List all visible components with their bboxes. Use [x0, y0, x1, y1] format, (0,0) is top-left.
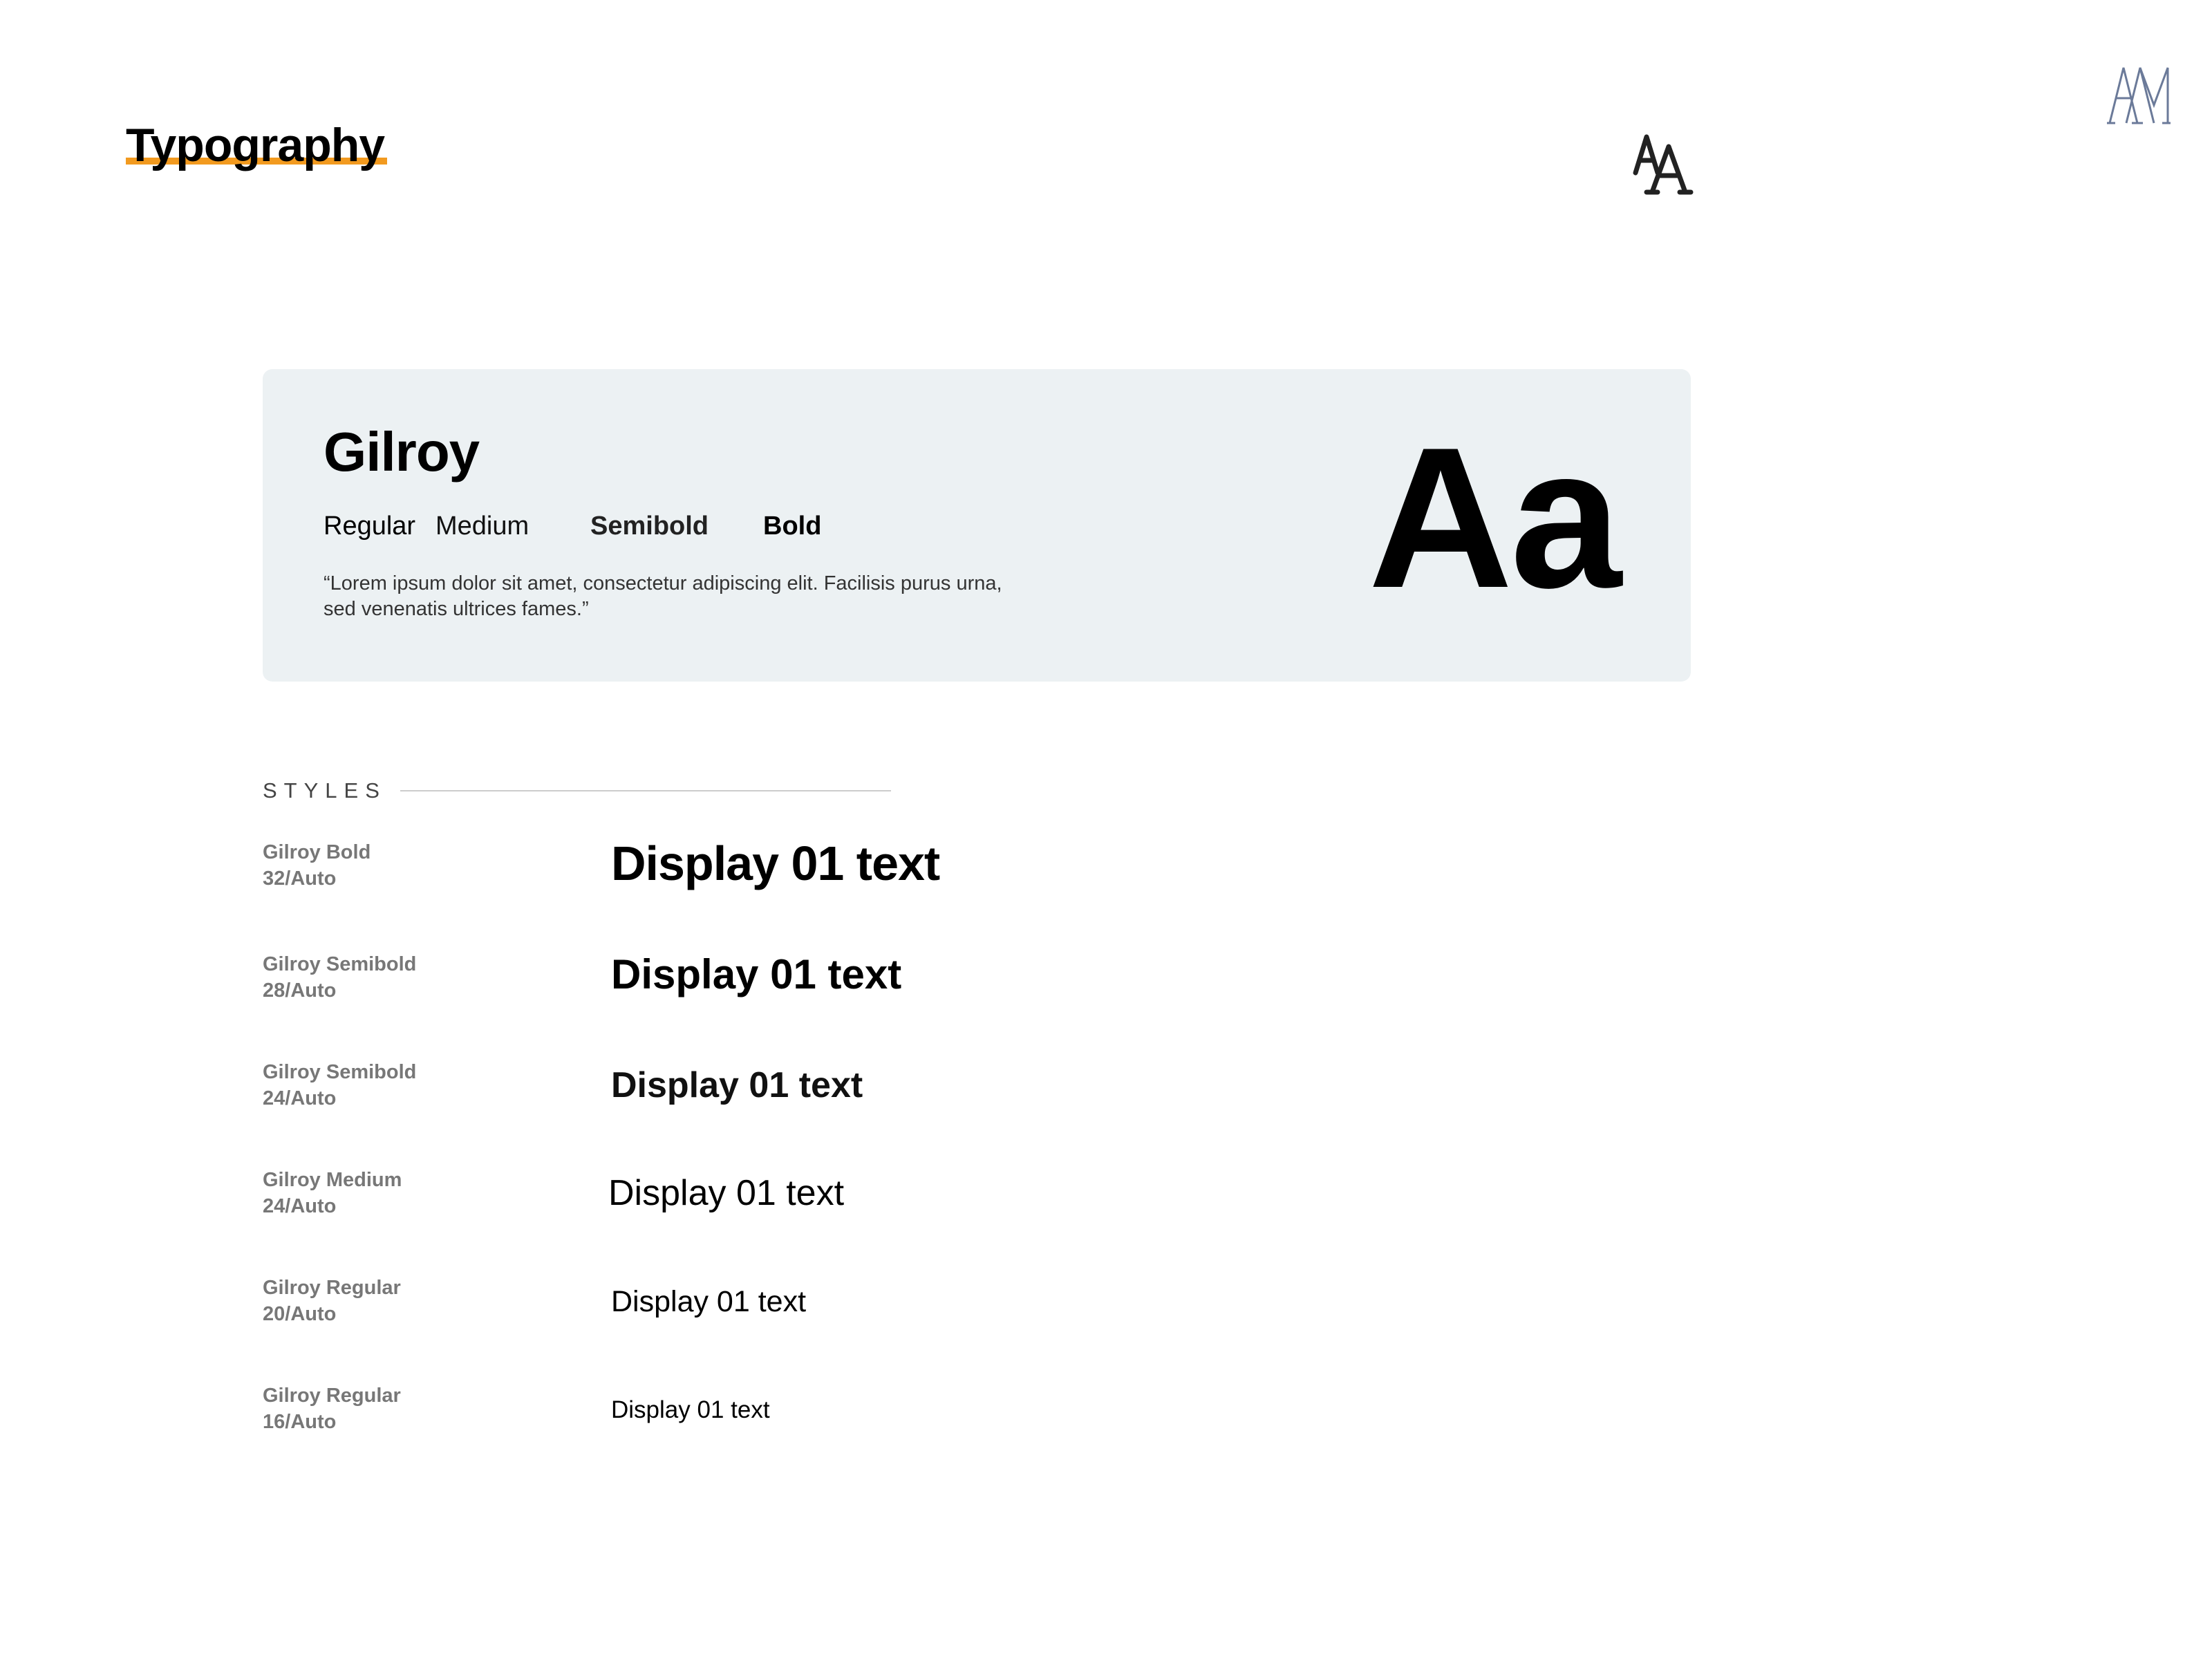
type-style-size: 16/Auto: [263, 1411, 337, 1433]
type-style-font: Gilroy Semibold: [263, 953, 417, 975]
font-family-card: Gilroy Regular Medium Semibold Bold “Lor…: [263, 369, 1691, 682]
type-style-sample: Display 01 text: [611, 1396, 770, 1423]
type-style-meta: Gilroy Regular 20/Auto: [263, 1275, 401, 1327]
type-style-font: Gilroy Semibold: [263, 1061, 417, 1083]
type-style-meta: Gilroy Semibold 28/Auto: [263, 951, 416, 1004]
type-style-size: 32/Auto: [263, 868, 337, 890]
type-style-size: 28/Auto: [263, 980, 337, 1002]
type-style-meta: Gilroy Semibold 24/Auto: [263, 1059, 416, 1112]
font-family-name: Gilroy: [324, 421, 480, 482]
page-title: Typography: [126, 119, 385, 171]
weight-regular: Regular: [324, 512, 416, 541]
weight-bold: Bold: [763, 512, 822, 541]
text-size-aa-icon: [1633, 134, 1694, 195]
type-style-sample: Display 01 text: [611, 1065, 863, 1105]
styles-section-header: STYLES: [263, 780, 891, 801]
styles-section-label: STYLES: [263, 778, 386, 803]
type-style-sample: Display 01 text: [611, 836, 940, 890]
type-style-size: 24/Auto: [263, 1195, 337, 1217]
type-style-sample: Display 01 text: [611, 1285, 807, 1318]
type-style-size: 20/Auto: [263, 1303, 337, 1325]
styles-divider: [400, 789, 891, 791]
type-style-font: Gilroy Regular: [263, 1277, 401, 1299]
type-style-meta: Gilroy Regular 16/Auto: [263, 1382, 401, 1435]
type-style-meta: Gilroy Medium 24/Auto: [263, 1167, 402, 1219]
monogram-logo-icon: [2107, 67, 2171, 124]
type-style-font: Gilroy Bold: [263, 841, 371, 863]
type-style-font: Gilroy Medium: [263, 1169, 402, 1191]
weight-semibold: Semibold: [590, 512, 709, 541]
type-style-sample: Display 01 text: [611, 951, 902, 997]
weight-medium: Medium: [435, 512, 529, 541]
sample-quote-text: “Lorem ipsum dolor sit amet, consectetur…: [324, 572, 1002, 620]
type-style-size: 24/Auto: [263, 1087, 337, 1109]
type-style-sample: Display 01 text: [608, 1173, 845, 1213]
page-title-block: Typography: [126, 119, 388, 171]
font-specimen-glyphs: Aa: [1368, 406, 1622, 630]
type-style-meta: Gilroy Bold 32/Auto: [263, 839, 371, 892]
type-style-font: Gilroy Regular: [263, 1385, 401, 1407]
font-weights-list: Regular Medium Semibold Bold: [324, 513, 821, 539]
